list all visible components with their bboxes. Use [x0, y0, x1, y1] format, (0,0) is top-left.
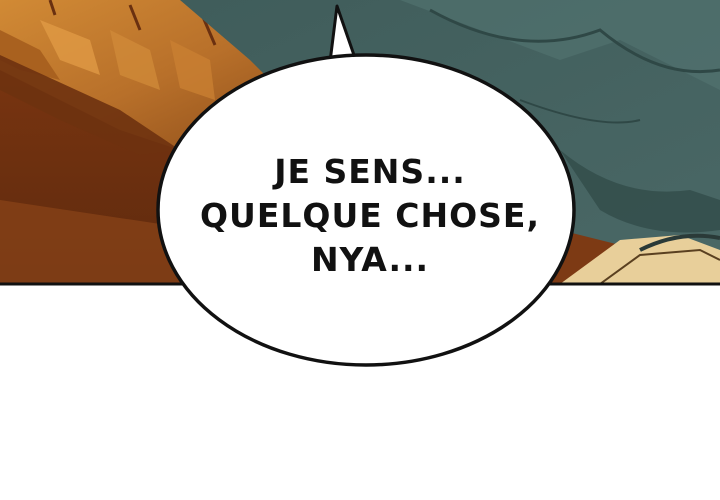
speech-line-2: QUELQUE CHOSE,: [199, 196, 541, 235]
speech-line-3: NYA...: [310, 240, 430, 279]
speech-line-1: JE SENS...: [274, 152, 466, 191]
speech-bubble-text: JE SENS... QUELQUE CHOSE, NYA...: [180, 150, 560, 282]
comic-page: JE SENS... QUELQUE CHOSE, NYA...: [0, 0, 720, 500]
